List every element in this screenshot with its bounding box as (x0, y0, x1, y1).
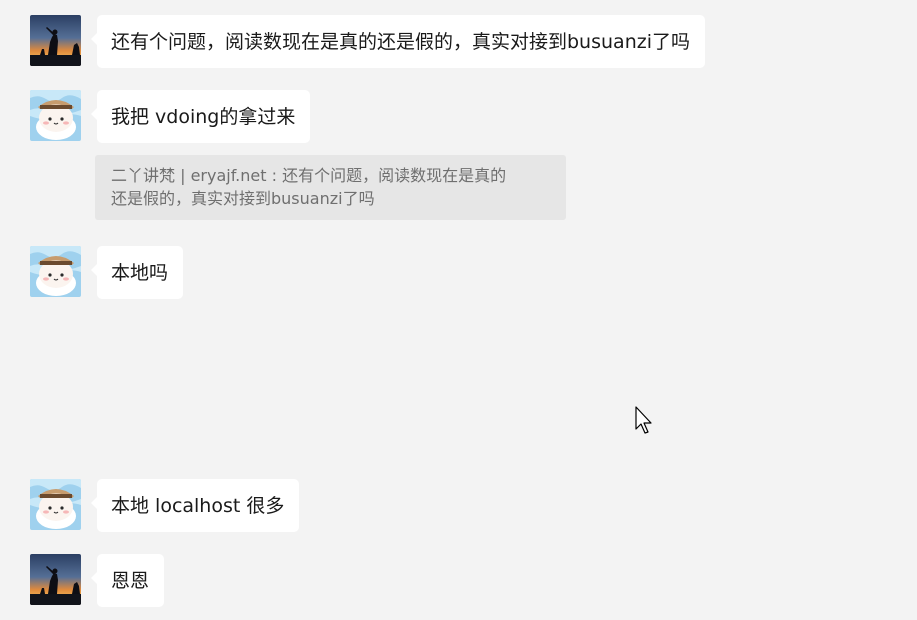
message-bubble[interactable]: 本地吗 (90, 246, 184, 299)
hamster-avatar[interactable] (30, 90, 81, 141)
hamster-icon (30, 90, 81, 141)
message-bubble[interactable]: 还有个问题，阅读数现在是真的还是假的，真实对接到busuanzi了吗 (91, 15, 705, 68)
message-bubble[interactable]: 我把 vdoing的拿过来 (90, 90, 311, 143)
sunset-silhouette-avatar[interactable] (30, 15, 81, 66)
message-text: 恩恩 (111, 570, 150, 592)
mouse-cursor-icon (635, 406, 652, 434)
chat-message-list: 还有个问题，阅读数现在是真的还是假的，真实对接到busuanzi了吗 我把 vd… (0, 0, 917, 620)
sunset-silhouette-icon (30, 554, 81, 605)
sunset-silhouette-icon (30, 15, 81, 66)
message-text: 我把 vdoing的拿过来 (111, 106, 296, 128)
hamster-icon (30, 479, 81, 530)
hamster-avatar[interactable] (30, 246, 81, 297)
hamster-icon (30, 246, 81, 297)
quoted-message[interactable]: 二丫讲梵 | eryajf.net : 还有个问题，阅读数现在是真的 还是假的，… (95, 155, 566, 220)
message-text: 还有个问题，阅读数现在是真的还是假的，真实对接到busuanzi了吗 (111, 31, 690, 53)
hamster-avatar[interactable] (30, 479, 81, 530)
message-bubble[interactable]: 恩恩 (90, 554, 165, 607)
message-text: 本地吗 (111, 262, 169, 284)
message-text: 本地 localhost 很多 (111, 495, 285, 517)
sunset-silhouette-avatar[interactable] (30, 554, 81, 605)
message-bubble[interactable]: 本地 localhost 很多 (90, 479, 300, 532)
quoted-message-line: 还是假的，真实对接到busuanzi了吗 (111, 189, 375, 208)
quoted-message-line: 二丫讲梵 | eryajf.net : 还有个问题，阅读数现在是真的 (111, 166, 507, 185)
